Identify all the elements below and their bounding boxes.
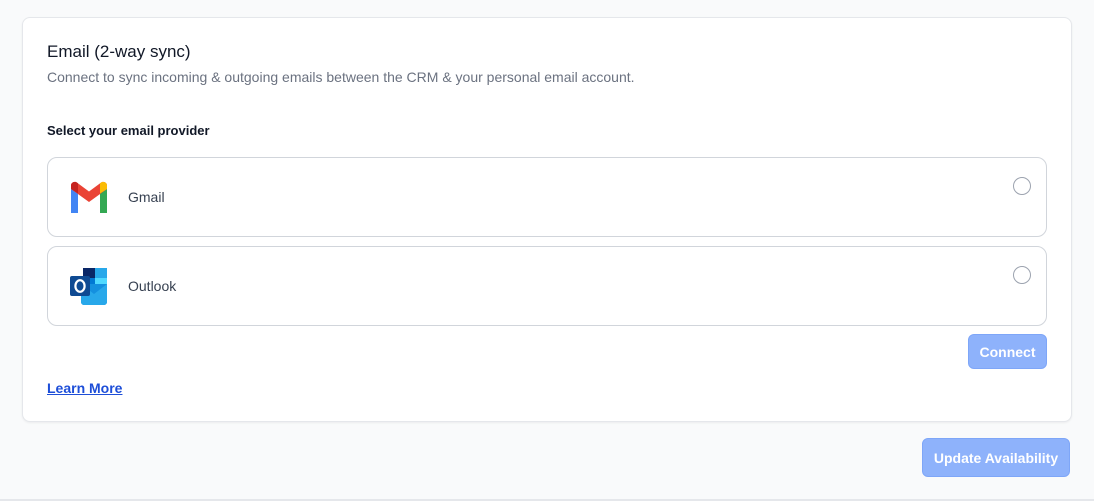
provider-name: Gmail <box>128 189 165 205</box>
provider-option-gmail[interactable]: Gmail <box>47 157 1047 237</box>
gmail-icon <box>68 177 110 219</box>
provider-option-outlook[interactable]: Outlook <box>47 246 1047 326</box>
provider-section-label: Select your email provider <box>47 123 210 138</box>
gmail-radio[interactable] <box>1013 177 1031 195</box>
outlook-icon <box>68 266 110 308</box>
outlook-radio[interactable] <box>1013 266 1031 284</box>
page: Email (2-way sync) Connect to sync incom… <box>0 0 1094 501</box>
learn-more-link[interactable]: Learn More <box>47 380 122 396</box>
provider-name: Outlook <box>128 278 177 294</box>
card-title: Email (2-way sync) <box>47 42 191 61</box>
connect-button[interactable]: Connect <box>968 334 1047 369</box>
card-subtitle: Connect to sync incoming & outgoing emai… <box>47 69 635 85</box>
email-sync-card: Email (2-way sync) Connect to sync incom… <box>22 17 1072 422</box>
update-availability-button[interactable]: Update Availability <box>922 438 1070 477</box>
